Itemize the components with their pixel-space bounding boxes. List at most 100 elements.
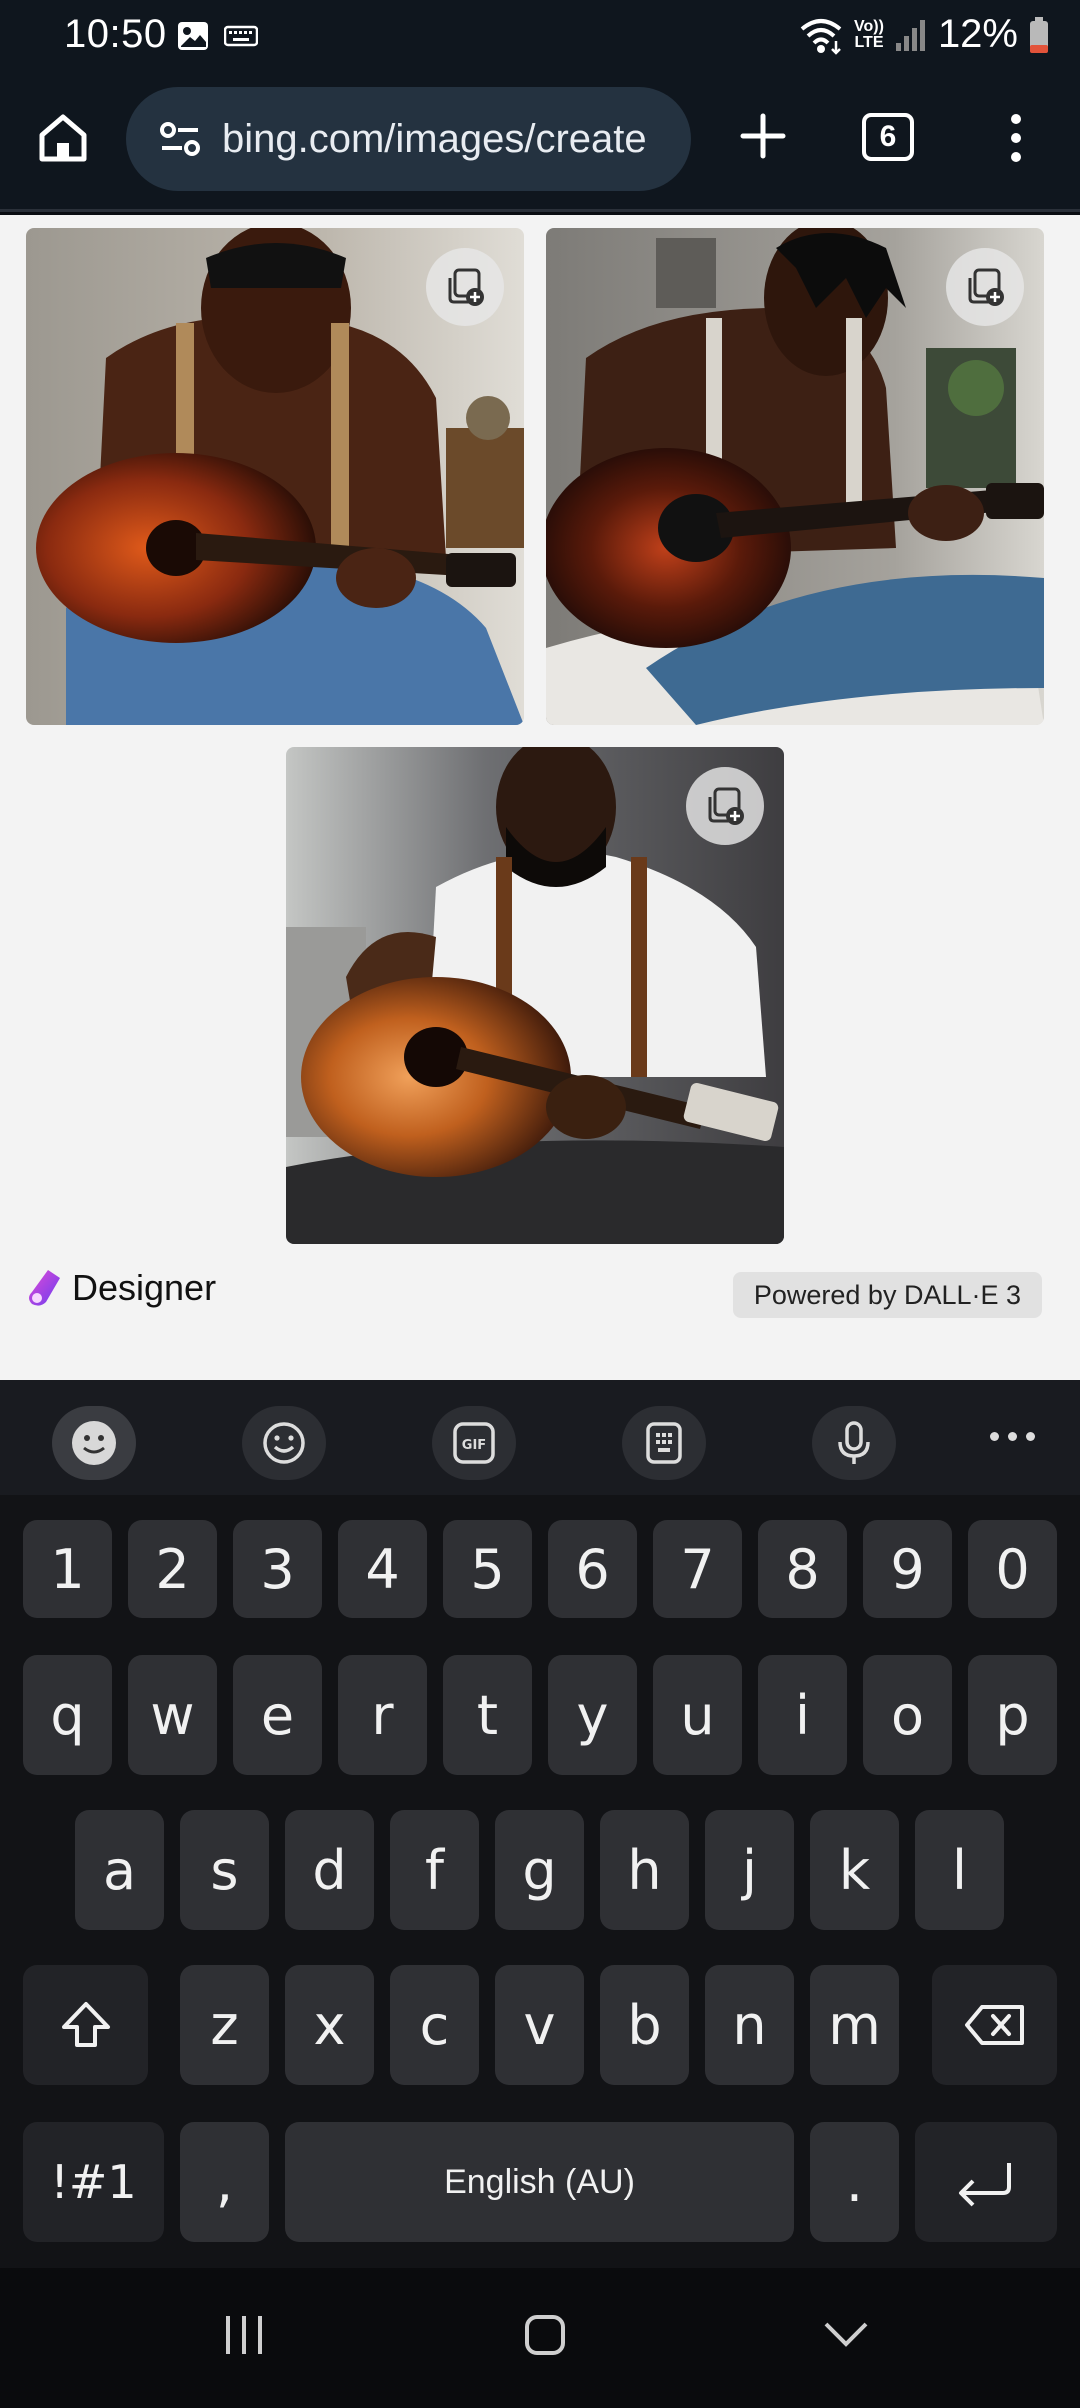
browser-toolbar: bing.com/images/create 6: [0, 75, 1080, 212]
generated-image-3[interactable]: [286, 747, 784, 1244]
key-1[interactable]: 1: [23, 1520, 112, 1618]
add-collection-icon: [968, 268, 1004, 306]
key-b[interactable]: b: [600, 1965, 689, 2085]
volte-indicator: Vo)) LTE: [854, 17, 884, 51]
key-8[interactable]: 8: [758, 1520, 847, 1618]
generated-image-2[interactable]: [546, 228, 1044, 725]
gif-icon: GIF: [453, 1422, 495, 1464]
key-m[interactable]: m: [810, 1965, 899, 2085]
keyboard: 1 2 3 4 5 6 7 8 9 0 q w e r t y u i o p …: [0, 1495, 1080, 2268]
period-key[interactable]: .: [810, 2122, 899, 2242]
hide-keyboard-icon: [824, 2322, 868, 2347]
recent-apps-button[interactable]: [204, 2300, 284, 2370]
key-f[interactable]: f: [390, 1810, 479, 1930]
key-v[interactable]: v: [495, 1965, 584, 2085]
key-a[interactable]: a: [75, 1810, 164, 1930]
address-bar[interactable]: bing.com/images/create: [126, 87, 691, 191]
site-settings-icon[interactable]: [156, 115, 204, 163]
designer-link[interactable]: Designer: [26, 1267, 216, 1309]
key-w[interactable]: w: [128, 1655, 217, 1775]
voice-input-button[interactable]: [812, 1406, 896, 1480]
key-t[interactable]: t: [443, 1655, 532, 1775]
emoji-button[interactable]: [242, 1406, 326, 1480]
key-s[interactable]: s: [180, 1810, 269, 1930]
save-to-collection-button[interactable]: [426, 248, 504, 326]
key-9[interactable]: 9: [863, 1520, 952, 1618]
key-u[interactable]: u: [653, 1655, 742, 1775]
home-button[interactable]: [30, 105, 96, 171]
expression-icon: [72, 1421, 116, 1465]
key-5[interactable]: 5: [443, 1520, 532, 1618]
powered-by-badge: Powered by DALL·E 3: [732, 1272, 1042, 1318]
expression-button[interactable]: [52, 1406, 136, 1480]
key-0[interactable]: 0: [968, 1520, 1057, 1618]
shift-icon: [61, 2002, 110, 2047]
key-o[interactable]: o: [863, 1655, 952, 1775]
svg-text:GIF: GIF: [462, 1438, 486, 1453]
key-q[interactable]: q: [23, 1655, 112, 1775]
keyboard-toolbar: GIF: [0, 1380, 1080, 1495]
home-nav-icon: [525, 2315, 565, 2355]
volte-line2: LTE: [854, 33, 884, 51]
signal-icon: [895, 19, 925, 51]
enter-key[interactable]: [915, 2122, 1057, 2242]
mic-icon: [838, 1421, 870, 1464]
status-bar: 10:50 Vo)) LTE 12%: [0, 0, 1080, 75]
home-nav-button[interactable]: [505, 2300, 585, 2370]
key-r[interactable]: r: [338, 1655, 427, 1775]
key-k[interactable]: k: [810, 1810, 899, 1930]
space-bar[interactable]: English (AU): [285, 2122, 794, 2242]
emoji-icon: [263, 1422, 305, 1464]
page-content: Designer Powered by DALL·E 3: [0, 215, 1080, 1380]
backspace-key[interactable]: [932, 1965, 1057, 2085]
tab-switcher-button[interactable]: 6: [862, 113, 914, 161]
key-4[interactable]: 4: [338, 1520, 427, 1618]
battery-percent: 12%: [937, 12, 1018, 56]
keyboard-notification-icon: [224, 25, 258, 47]
save-to-collection-button[interactable]: [686, 767, 764, 845]
key-d[interactable]: d: [285, 1810, 374, 1930]
clipboard-button[interactable]: [622, 1406, 706, 1480]
wifi-icon: [800, 18, 842, 55]
status-notification-icons: [176, 20, 258, 52]
key-2[interactable]: 2: [128, 1520, 217, 1618]
designer-logo-icon: [29, 1270, 60, 1306]
volte-line1: Vo)): [854, 17, 884, 35]
key-6[interactable]: 6: [548, 1520, 637, 1618]
new-tab-button[interactable]: [730, 103, 796, 169]
key-l[interactable]: l: [915, 1810, 1004, 1930]
key-h[interactable]: h: [600, 1810, 689, 1930]
enter-icon: [959, 2163, 1011, 2207]
key-j[interactable]: j: [705, 1810, 794, 1930]
save-to-collection-button[interactable]: [946, 248, 1024, 326]
key-y[interactable]: y: [548, 1655, 637, 1775]
status-system-icons: Vo)) LTE 12%: [798, 12, 1050, 57]
more-menu-button[interactable]: [990, 105, 1042, 171]
add-collection-icon: [708, 787, 744, 825]
key-3[interactable]: 3: [233, 1520, 322, 1618]
recent-apps-icon: [226, 2316, 262, 2354]
hide-keyboard-button[interactable]: [806, 2300, 886, 2370]
gif-button[interactable]: GIF: [432, 1406, 516, 1480]
key-7[interactable]: 7: [653, 1520, 742, 1618]
key-c[interactable]: c: [390, 1965, 479, 2085]
comma-key[interactable]: ,: [180, 2122, 269, 2242]
key-p[interactable]: p: [968, 1655, 1057, 1775]
battery-icon: [1030, 16, 1048, 53]
key-e[interactable]: e: [233, 1655, 322, 1775]
key-z[interactable]: z: [180, 1965, 269, 2085]
home-icon: [39, 114, 87, 162]
symbols-key[interactable]: !#1: [23, 2122, 164, 2242]
more-options-button[interactable]: [990, 1432, 1035, 1441]
generated-image-1[interactable]: [26, 228, 524, 725]
gallery-icon: [178, 22, 208, 50]
key-g[interactable]: g: [495, 1810, 584, 1930]
shift-key[interactable]: [23, 1965, 148, 2085]
key-x[interactable]: x: [285, 1965, 374, 2085]
backspace-icon: [964, 2005, 1024, 2045]
key-n[interactable]: n: [705, 1965, 794, 2085]
key-i[interactable]: i: [758, 1655, 847, 1775]
designer-label: Designer: [72, 1267, 217, 1308]
add-collection-icon: [448, 268, 484, 306]
clipboard-icon: [646, 1422, 682, 1464]
